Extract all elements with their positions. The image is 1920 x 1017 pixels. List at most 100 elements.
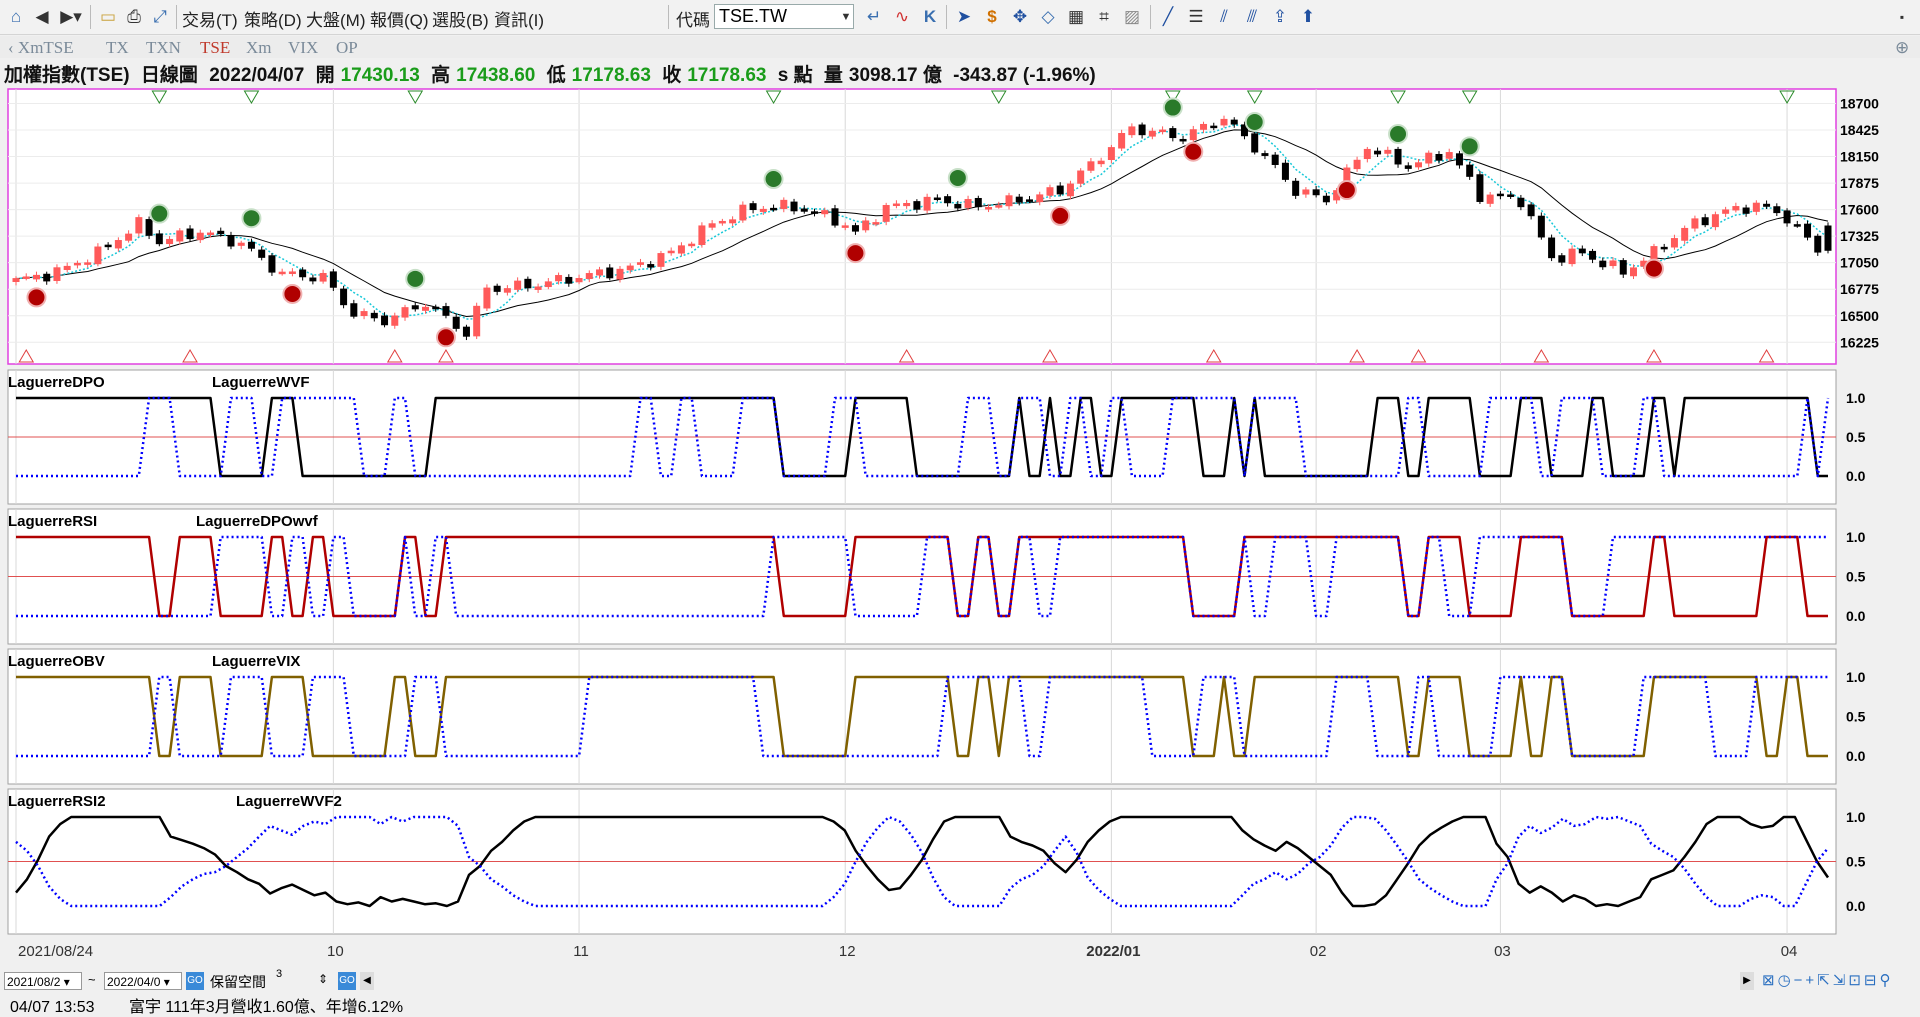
x-tick-label: 03 (1494, 943, 1511, 960)
candle-up (503, 288, 511, 293)
move-icon[interactable]: ✥ (1008, 4, 1032, 30)
candle-down (1476, 174, 1484, 202)
candle-up (1629, 267, 1637, 277)
open-value: 17430.13 (340, 65, 420, 86)
keep-space-label: 保留空間 (210, 974, 266, 990)
date-to-select[interactable]: 2022/04/0 ▾ (104, 972, 182, 990)
k-icon[interactable]: K (918, 4, 942, 30)
candle-up (288, 271, 296, 274)
y-tick-label: 0.0 (1846, 608, 1866, 624)
candle-down (217, 230, 225, 235)
folder-icon[interactable]: ▭ (96, 4, 120, 30)
level-icon[interactable]: ☰ (1184, 4, 1208, 30)
quote-info: 加權指數(TSE) 日線圖 2022/04/07 開 17430.13 高 1743… (0, 60, 1920, 88)
quote-date: 2022/04/07 (209, 65, 305, 86)
chart-tool-icon[interactable]: ⫻ (1240, 4, 1264, 30)
candle-up (84, 262, 92, 265)
scroll-right-icon[interactable]: ▶ (1740, 972, 1754, 990)
code-input[interactable]: TSE.TW (714, 4, 854, 29)
y-tick-label: 1.0 (1846, 390, 1866, 406)
print-icon[interactable]: ⎙ (122, 4, 146, 30)
open-label: 開 (315, 65, 335, 86)
news-ticker: 04/07 13:53 富宇 111年3月營收1.60億、年增6.12% (10, 993, 403, 1017)
tab-vix[interactable]: VIX (288, 38, 318, 58)
menu-quote[interactable]: 報價(Q) (370, 6, 429, 31)
menu-strategy[interactable]: 策略(D) (244, 6, 302, 31)
go-button[interactable]: GO (186, 972, 204, 990)
tab-tse[interactable]: TSE (200, 38, 230, 58)
change-value: -343.87 (-1.96%) (953, 65, 1096, 86)
calc-icon[interactable]: ▦ (1064, 4, 1088, 30)
window-menu-icon[interactable]: ▪ (1890, 4, 1914, 30)
period: 日線圖 (140, 65, 198, 86)
candle-down (749, 203, 757, 211)
candle-down (565, 276, 573, 284)
up-icon[interactable]: ⬆ (1296, 4, 1320, 30)
candle-down (1742, 207, 1750, 214)
scroll-left-icon[interactable]: ◀ (360, 972, 374, 990)
candle-up (473, 305, 481, 337)
cursor-icon[interactable]: ➤ (952, 4, 976, 30)
candle-down (1496, 193, 1504, 197)
dollar-icon[interactable]: $ (980, 4, 1004, 30)
candle-down (1015, 196, 1023, 203)
candle-down (1763, 203, 1771, 207)
tab-scroll-icon[interactable]: ⊕ (1895, 38, 1909, 58)
candle-down (933, 197, 941, 201)
fib-icon[interactable]: ⫽ (1212, 4, 1236, 30)
candle-down (258, 249, 266, 258)
y-tick-label: 17875 (1840, 175, 1879, 191)
green-signal-marker (1162, 97, 1183, 118)
menu-info[interactable]: 資訊(I) (494, 6, 544, 31)
candle-down (1804, 223, 1812, 238)
crop-icon[interactable]: ⌗ (1092, 4, 1116, 30)
chart-nav-icons[interactable]: ⊠◷−+⇱⇲⊡⊟⚲ (1762, 971, 1893, 989)
panel-title: LaguerreDPO (8, 374, 105, 391)
candle-down (309, 277, 317, 282)
keep-space-input[interactable]: 3 (276, 968, 316, 980)
chart-area[interactable]: 2021/08/24 10 11 12 2022/01 02 03 04 18700 18425 1… (0, 86, 1920, 964)
tab-tx[interactable]: TX (106, 38, 129, 58)
layers-icon[interactable]: ▨ (1120, 4, 1144, 30)
chevron-down-icon[interactable]: ▼ (838, 4, 854, 30)
candle-down (104, 244, 112, 248)
candle-up (1445, 152, 1453, 159)
line-chart-icon[interactable]: ∿ (890, 4, 914, 30)
y-tick-label: 17600 (1840, 202, 1879, 218)
go-button-2[interactable]: GO (338, 972, 356, 990)
menu-screener[interactable]: 選股(B) (432, 6, 489, 31)
tab-xm[interactable]: Xm (246, 38, 272, 58)
candle-up (667, 250, 675, 254)
close-value: 17178.63 (687, 65, 767, 86)
candle-down (1281, 162, 1289, 180)
candle-down (442, 306, 450, 316)
panel-title: LaguerreRSI (8, 513, 97, 530)
expand-icon[interactable]: ⤢ (148, 4, 172, 30)
candle-up (483, 287, 491, 309)
candle-up (1087, 161, 1095, 171)
date-from-select[interactable]: 2021/08/2 ▾ (4, 972, 82, 990)
pen-icon[interactable]: ╱ (1156, 4, 1180, 30)
y-tick-label: 0.0 (1846, 468, 1866, 484)
enter-icon[interactable]: ↵ (862, 4, 886, 30)
tab-xmtse[interactable]: ‹ XmTSE (8, 38, 74, 58)
candle-up (1097, 160, 1105, 165)
candle-up (1066, 183, 1074, 197)
eraser-icon[interactable]: ◇ (1036, 4, 1060, 30)
home-icon[interactable]: ⌂ (4, 4, 28, 30)
menu-market[interactable]: 大盤(M) (306, 6, 365, 31)
candle-up (903, 203, 911, 207)
forward-icon[interactable]: ▶▾ (58, 4, 84, 30)
candle-up (1005, 195, 1013, 207)
menu-trade[interactable]: 交易(T) (182, 6, 238, 31)
candle-up (1711, 214, 1719, 228)
candle-down (1261, 153, 1269, 156)
tab-op[interactable]: OP (336, 38, 358, 58)
x-tick-label: 11 (573, 943, 589, 960)
back-icon[interactable]: ◀ (30, 4, 54, 30)
candle-down (1619, 260, 1627, 275)
spin-icon[interactable]: ⇕ (318, 972, 328, 986)
x-tick-label: 10 (327, 943, 344, 960)
export-icon[interactable]: ⇪ (1268, 4, 1292, 30)
tab-txn[interactable]: TXN (146, 38, 181, 58)
